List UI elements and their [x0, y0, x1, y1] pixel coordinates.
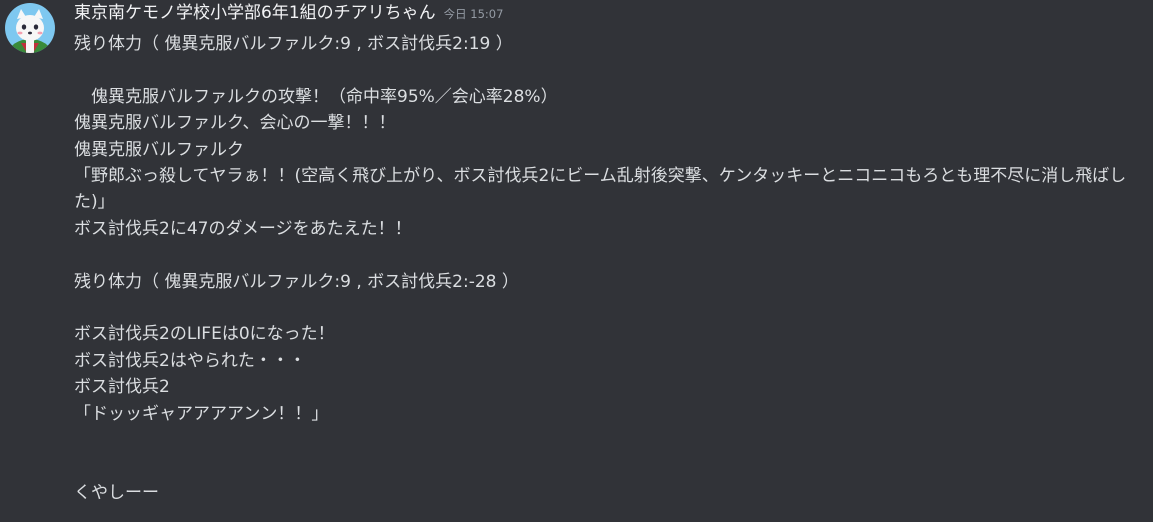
message-header: 東京南ケモノ学校小学部6年1組のチアリちゃん 今日 15:07: [74, 0, 503, 26]
message-line: 「野郎ぶっ殺してヤラぁ！！(空高く飛び上がり、ボス討伐兵2にビーム乱射後突撃、ケ…: [74, 165, 1127, 213]
message-line: くやしーー: [74, 482, 159, 503]
message-line: [74, 427, 1149, 453]
timestamp[interactable]: 今日 15:07: [444, 7, 504, 21]
message-line: 傀異克服バルファルク: [74, 139, 244, 160]
message-line: 傀異克服バルファルクの攻撃！（命中率95%／会心率28%）: [74, 86, 558, 107]
message-line: 残り体力（ 傀異克服バルファルク:9 , ボス討伐兵2:19 ）: [74, 34, 513, 54]
message-line: 「ドッッギャアアアアンン！！」: [74, 403, 329, 424]
message-line: ボス討伐兵2のLIFEは0になった！: [74, 324, 335, 345]
message-line: 残り体力（ 傀異克服バルファルク:9 , ボス討伐兵2:-28 ）: [74, 271, 519, 292]
message-line: ボス討伐兵2はやられた・・・: [74, 350, 306, 371]
message-line: 傀異克服バルファルク、会心の一撃！！！: [74, 113, 396, 134]
message-line: [74, 295, 1149, 321]
avatar-image: [5, 3, 55, 53]
message-line: ボス討伐兵2: [74, 377, 170, 398]
message-content: 残り体力（ 傀異克服バルファルク:9 , ボス討伐兵2:19 ） 傀異克服バルフ…: [74, 31, 1149, 506]
message-line: [74, 57, 1149, 83]
avatar[interactable]: [5, 3, 55, 53]
message-line: ボス討伐兵2に47のダメージをあたえた！！: [74, 218, 412, 239]
chat-message: 東京南ケモノ学校小学部6年1組のチアリちゃん 今日 15:07 残り体力（ 傀異克…: [0, 0, 1153, 522]
message-line: [74, 453, 1149, 479]
message-line: [74, 242, 1149, 268]
username[interactable]: 東京南ケモノ学校小学部6年1組のチアリちゃん: [74, 3, 436, 23]
